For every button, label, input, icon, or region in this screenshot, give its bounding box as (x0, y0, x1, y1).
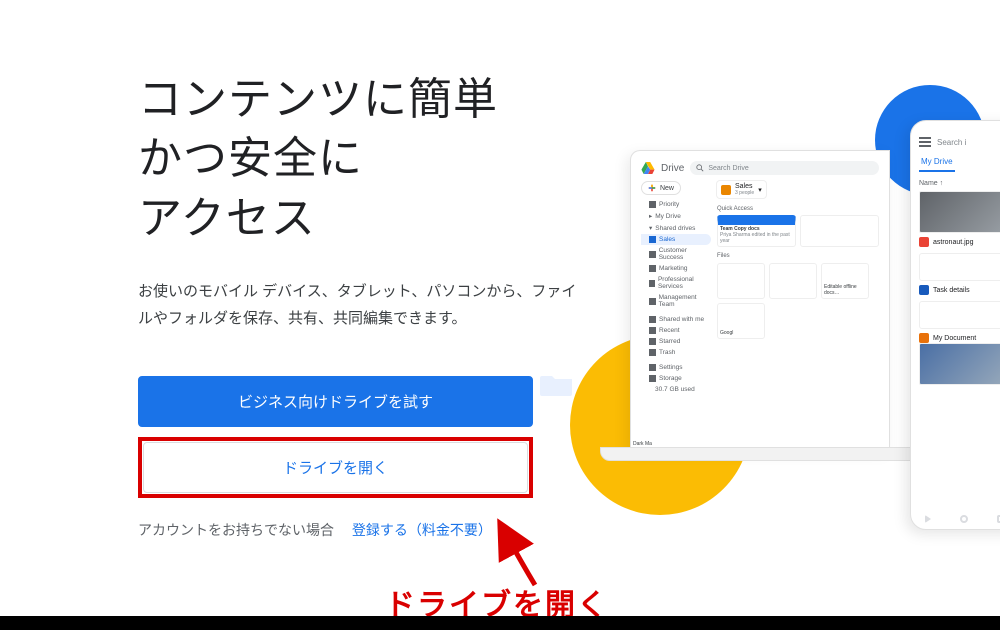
folder-icon (540, 370, 574, 396)
laptop-base (600, 447, 920, 461)
file-card[interactable] (769, 263, 817, 299)
drive-logo-icon (641, 162, 655, 174)
signup-row: アカウントをお持ちでない場合 登録する（料金不要） (138, 520, 492, 540)
laptop-sidebar: New Priority ▸My Drive ▾Shared drives Sa… (641, 181, 711, 395)
sidebar-item-customer-success[interactable]: Customer Success (641, 245, 711, 263)
sidebar-item-professional-services[interactable]: Professional Services (641, 274, 711, 292)
slides-file-icon (919, 333, 929, 343)
nav-back-icon[interactable] (925, 515, 931, 523)
hero-title-line3: アクセス (138, 194, 316, 243)
sidebar-item-my-drive[interactable]: ▸My Drive (641, 210, 711, 222)
laptop-new-button[interactable]: New (641, 181, 681, 195)
sidebar-item-marketing[interactable]: Marketing (641, 263, 711, 274)
file-card[interactable]: Googl (717, 303, 765, 339)
bottom-bar (0, 616, 1000, 630)
phone-file-row[interactable]: astronaut.jpg (919, 237, 1000, 247)
hero-title-line1: コンテンツに簡単 (138, 75, 498, 124)
search-icon (696, 164, 704, 172)
sidebar-item-sales[interactable]: Sales (641, 234, 711, 245)
annotation-highlight-box: ドライブを開く (138, 437, 533, 498)
quick-access-card[interactable]: Dark Ma (800, 215, 879, 247)
sidebar-item-recent[interactable]: Recent (641, 325, 711, 336)
phone-name-heading: Name ↑ (919, 180, 1000, 187)
phone-search-placeholder[interactable]: Search i (937, 138, 966, 147)
phone-mock: Search i My Drive Name ↑ astronaut.jpg T… (910, 120, 1000, 530)
hamburger-icon[interactable] (919, 137, 931, 147)
plus-icon (648, 184, 656, 192)
device-illustration: Drive Search Drive New Priority ▸My Driv… (660, 95, 1000, 515)
laptop-app-title: Drive (661, 163, 684, 174)
file-card[interactable]: Editable offline docs… (821, 263, 869, 299)
sidebar-item-starred[interactable]: Starred (641, 336, 711, 347)
signup-prompt: アカウントをお持ちでない場合 (138, 522, 334, 538)
sidebar-item-shared-drives[interactable]: ▾Shared drives (641, 222, 711, 234)
sidebar-storage-used: 30.7 GB used (641, 384, 711, 395)
phone-thumbnail[interactable] (919, 191, 1000, 233)
sidebar-item-priority[interactable]: Priority (641, 199, 711, 210)
doc-file-icon (919, 285, 929, 295)
hero-title-line2: かつ安全に (138, 134, 363, 183)
hero-subtitle: お使いのモバイル デバイス、タブレット、パソコンから、ファイルやフォルダを保存、… (138, 278, 578, 332)
sidebar-item-storage[interactable]: Storage (641, 373, 711, 384)
folder-avatar-icon (721, 185, 731, 195)
file-card[interactable] (717, 263, 765, 299)
laptop-main: Sales 3 people ▾ Quick Access Team Copy … (717, 181, 879, 395)
phone-nav-bar (911, 515, 1000, 523)
sidebar-item-management-team[interactable]: Management Team (641, 292, 711, 310)
phone-tab-my-drive[interactable]: My Drive (919, 153, 955, 172)
nav-recents-icon[interactable] (997, 515, 1000, 523)
files-heading: Files (717, 253, 879, 259)
nav-home-icon[interactable] (960, 515, 968, 523)
quick-access-card[interactable]: Team Copy docsPriya Sharma edited in the… (717, 215, 796, 247)
open-drive-button[interactable]: ドライブを開く (143, 442, 528, 493)
folder-chip[interactable]: Sales 3 people ▾ (717, 181, 766, 198)
laptop-mock: Drive Search Drive New Priority ▸My Driv… (630, 150, 890, 450)
sidebar-item-shared-with-me[interactable]: Shared with me (641, 314, 711, 325)
sidebar-item-trash[interactable]: Trash (641, 347, 711, 358)
image-file-icon (919, 237, 929, 247)
try-business-drive-button[interactable]: ビジネス向けドライブを試す (138, 376, 533, 427)
phone-file-row[interactable]: My Document (919, 333, 1000, 343)
sidebar-item-settings[interactable]: Settings (641, 362, 711, 373)
phone-thumbnail[interactable] (919, 301, 1000, 329)
phone-thumbnail[interactable] (919, 253, 1000, 281)
phone-file-row[interactable]: Task details (919, 285, 1000, 295)
chevron-down-icon: ▾ (758, 186, 762, 194)
hero-title: コンテンツに簡単 かつ安全に アクセス (138, 70, 578, 248)
quick-access-heading: Quick Access (717, 206, 879, 212)
phone-thumbnail[interactable] (919, 343, 1000, 385)
laptop-search-input[interactable]: Search Drive (690, 161, 879, 175)
signup-link[interactable]: 登録する（料金不要） (352, 522, 492, 538)
laptop-search-placeholder: Search Drive (708, 165, 748, 172)
